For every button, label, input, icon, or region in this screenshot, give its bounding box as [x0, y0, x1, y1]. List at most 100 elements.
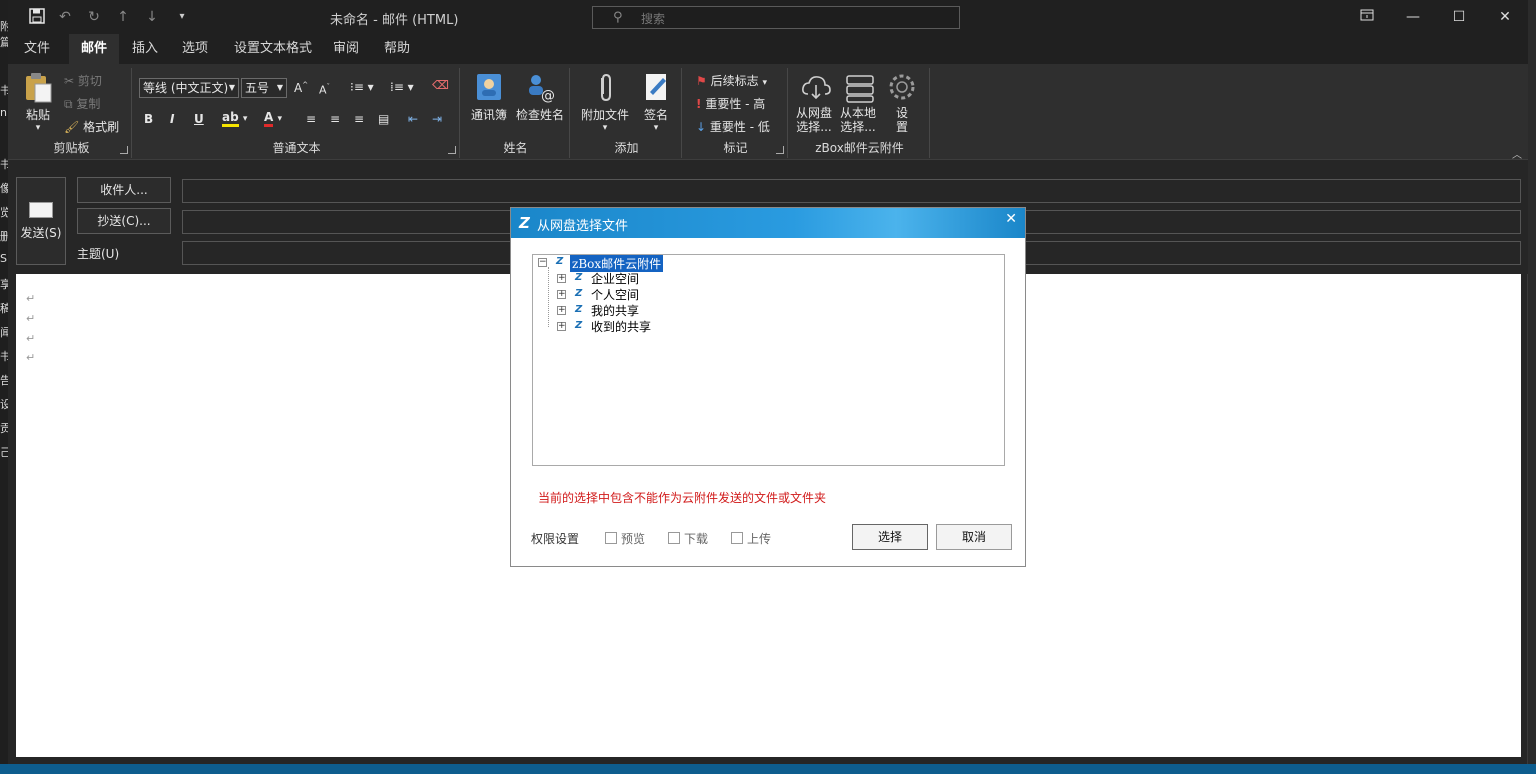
next-item-icon[interactable]: ↓	[143, 8, 161, 26]
to-field[interactable]	[182, 179, 1521, 203]
dialog-close-button[interactable]: ✕	[1005, 211, 1017, 227]
redo-icon[interactable]: ↻	[85, 8, 103, 26]
paste-button[interactable]: 粘贴 ▾	[18, 70, 58, 133]
cut-button[interactable]: ✂ 剪切	[64, 72, 102, 89]
tab-format-text[interactable]: 设置文本格式	[222, 34, 324, 64]
font-size-combo[interactable]: 五号 ▼	[241, 78, 287, 98]
background-window-strip: 附 篇 书 n 书 像 览 删 S 享 稿 闻 书 告 设 贡 己	[0, 0, 8, 774]
align-left-icon[interactable]: ≡	[306, 112, 316, 126]
folder-tree: − Z zBox邮件云附件 + Z 企业空间 + Z 个人空间 + Z 我的共享…	[532, 254, 1005, 466]
tree-node-received-shares[interactable]: 收到的共享	[591, 318, 651, 335]
justify-icon[interactable]: ▤	[378, 112, 389, 126]
decrease-indent-icon[interactable]: ⇤	[408, 112, 418, 126]
zbox-folder-icon: Z	[575, 320, 583, 331]
check-names-button[interactable]: @ 检查姓名	[512, 70, 568, 123]
tab-file[interactable]: 文件	[12, 34, 62, 64]
high-importance-button[interactable]: ! 重要性 - 高	[696, 95, 765, 112]
dialog-launcher-icon[interactable]	[120, 146, 128, 154]
tab-options[interactable]: 选项	[170, 34, 220, 64]
expand-icon[interactable]: +	[557, 290, 566, 299]
background-text: 享	[0, 278, 8, 291]
tree-node-personal-space[interactable]: 个人空间	[591, 286, 639, 303]
zbox-group-label: zBox邮件云附件	[815, 141, 904, 155]
font-color-icon[interactable]: A ▾	[264, 110, 282, 127]
follow-up-label: 后续标志	[710, 74, 759, 88]
copy-button[interactable]: ⧉ 复制	[64, 95, 100, 112]
paragraph-mark: ↵	[26, 312, 36, 325]
dialog-launcher-icon[interactable]	[776, 146, 784, 154]
collapse-ribbon-icon[interactable]: ︿	[1512, 146, 1522, 161]
window-title: 未命名 - 邮件 (HTML)	[330, 13, 459, 28]
tab-message[interactable]: 邮件	[69, 34, 120, 64]
background-text: 附	[0, 20, 8, 33]
tab-help[interactable]: 帮助	[372, 34, 422, 64]
save-icon[interactable]	[28, 8, 46, 26]
cancel-button[interactable]: 取消	[936, 524, 1012, 550]
align-center-icon[interactable]: ≡	[330, 112, 340, 126]
bullets-icon[interactable]: ⁝≡ ▾	[350, 80, 374, 94]
from-local-button[interactable]: 从本地选择...	[838, 70, 882, 134]
zbox-settings-label: 设置	[895, 106, 908, 134]
tree-node-my-shares[interactable]: 我的共享	[591, 302, 639, 319]
expand-icon[interactable]: +	[557, 274, 566, 283]
attach-file-button[interactable]: 附加文件 ▾	[576, 70, 634, 133]
font-name-combo[interactable]: 等线 (中文正文) ▼	[139, 78, 239, 98]
background-text: n	[0, 106, 7, 119]
high-importance-label: 重要性 - 高	[705, 97, 766, 111]
search-icon: ⚲	[613, 10, 623, 25]
shrink-font-icon[interactable]: Aˇ	[319, 83, 330, 97]
grow-font-icon[interactable]: A^	[294, 81, 308, 95]
copy-icon: ⧉	[64, 97, 73, 111]
taskbar-edge	[0, 764, 1536, 774]
search-input[interactable]: ⚲ 搜索	[592, 6, 960, 29]
bold-button[interactable]: B	[144, 112, 153, 126]
customize-toolbar-icon[interactable]: ▾	[173, 8, 191, 26]
background-text: 览	[0, 206, 8, 219]
tree-node-enterprise-space[interactable]: 企业空间	[591, 270, 639, 287]
maximize-button[interactable]: ☐	[1444, 6, 1474, 28]
to-button[interactable]: 收件人...	[77, 177, 171, 203]
low-importance-button[interactable]: ↓ 重要性 - 低	[696, 118, 770, 135]
from-cloud-label: 从网盘选择...	[795, 106, 832, 134]
tab-insert[interactable]: 插入	[120, 34, 170, 64]
cut-label: 剪切	[77, 74, 102, 88]
follow-up-button[interactable]: ⚑ 后续标志 ▾	[696, 72, 767, 89]
server-icon	[843, 70, 877, 104]
numbering-icon[interactable]: ⁞≡ ▾	[390, 80, 414, 94]
zbox-settings-button[interactable]: 设置	[884, 70, 920, 134]
preview-checkbox[interactable]	[605, 532, 617, 544]
svg-text:@: @	[541, 88, 555, 104]
ribbon-display-options-icon[interactable]	[1352, 6, 1382, 28]
zbox-group: 从网盘选择... 从本地选择... 设置 zBox邮件云附件	[790, 68, 930, 158]
title-bar: ↶ ↻ ↑ ↓ ▾ 未命名 - 邮件 (HTML) ⚲ 搜索 — ☐ ✕	[8, 0, 1528, 34]
cc-button[interactable]: 抄送(C)...	[77, 208, 171, 234]
minimize-button[interactable]: —	[1398, 6, 1428, 28]
select-button[interactable]: 选择	[852, 524, 928, 550]
format-painter-button[interactable]: 🖌 格式刷	[64, 118, 119, 135]
italic-button[interactable]: I	[170, 112, 174, 126]
collapse-icon[interactable]: −	[538, 258, 547, 267]
address-book-button[interactable]: 通讯簿	[466, 70, 512, 123]
download-checkbox[interactable]	[668, 532, 680, 544]
zbox-folder-icon: Z	[556, 256, 564, 267]
clear-formatting-icon[interactable]: ⌫	[432, 78, 449, 92]
undo-icon[interactable]: ↶	[56, 8, 74, 26]
expand-icon[interactable]: +	[557, 306, 566, 315]
upload-checkbox[interactable]	[731, 532, 743, 544]
format-painter-label: 格式刷	[83, 120, 120, 134]
paperclip-icon	[588, 70, 622, 104]
dialog-launcher-icon[interactable]	[448, 146, 456, 154]
underline-button[interactable]: U	[194, 112, 204, 126]
expand-icon[interactable]: +	[557, 322, 566, 331]
highlight-icon[interactable]: ab ▾	[222, 110, 247, 127]
close-button[interactable]: ✕	[1490, 6, 1520, 28]
previous-item-icon[interactable]: ↑	[114, 8, 132, 26]
send-button[interactable]: 发送(S)	[16, 177, 66, 265]
align-right-icon[interactable]: ≡	[354, 112, 364, 126]
increase-indent-icon[interactable]: ⇥	[432, 112, 442, 126]
from-cloud-button[interactable]: 从网盘选择...	[794, 70, 838, 134]
signature-button[interactable]: 签名 ▾	[636, 70, 676, 133]
background-text: 贡	[0, 422, 8, 435]
cloud-download-icon	[799, 70, 833, 104]
tab-review[interactable]: 审阅	[321, 34, 371, 64]
